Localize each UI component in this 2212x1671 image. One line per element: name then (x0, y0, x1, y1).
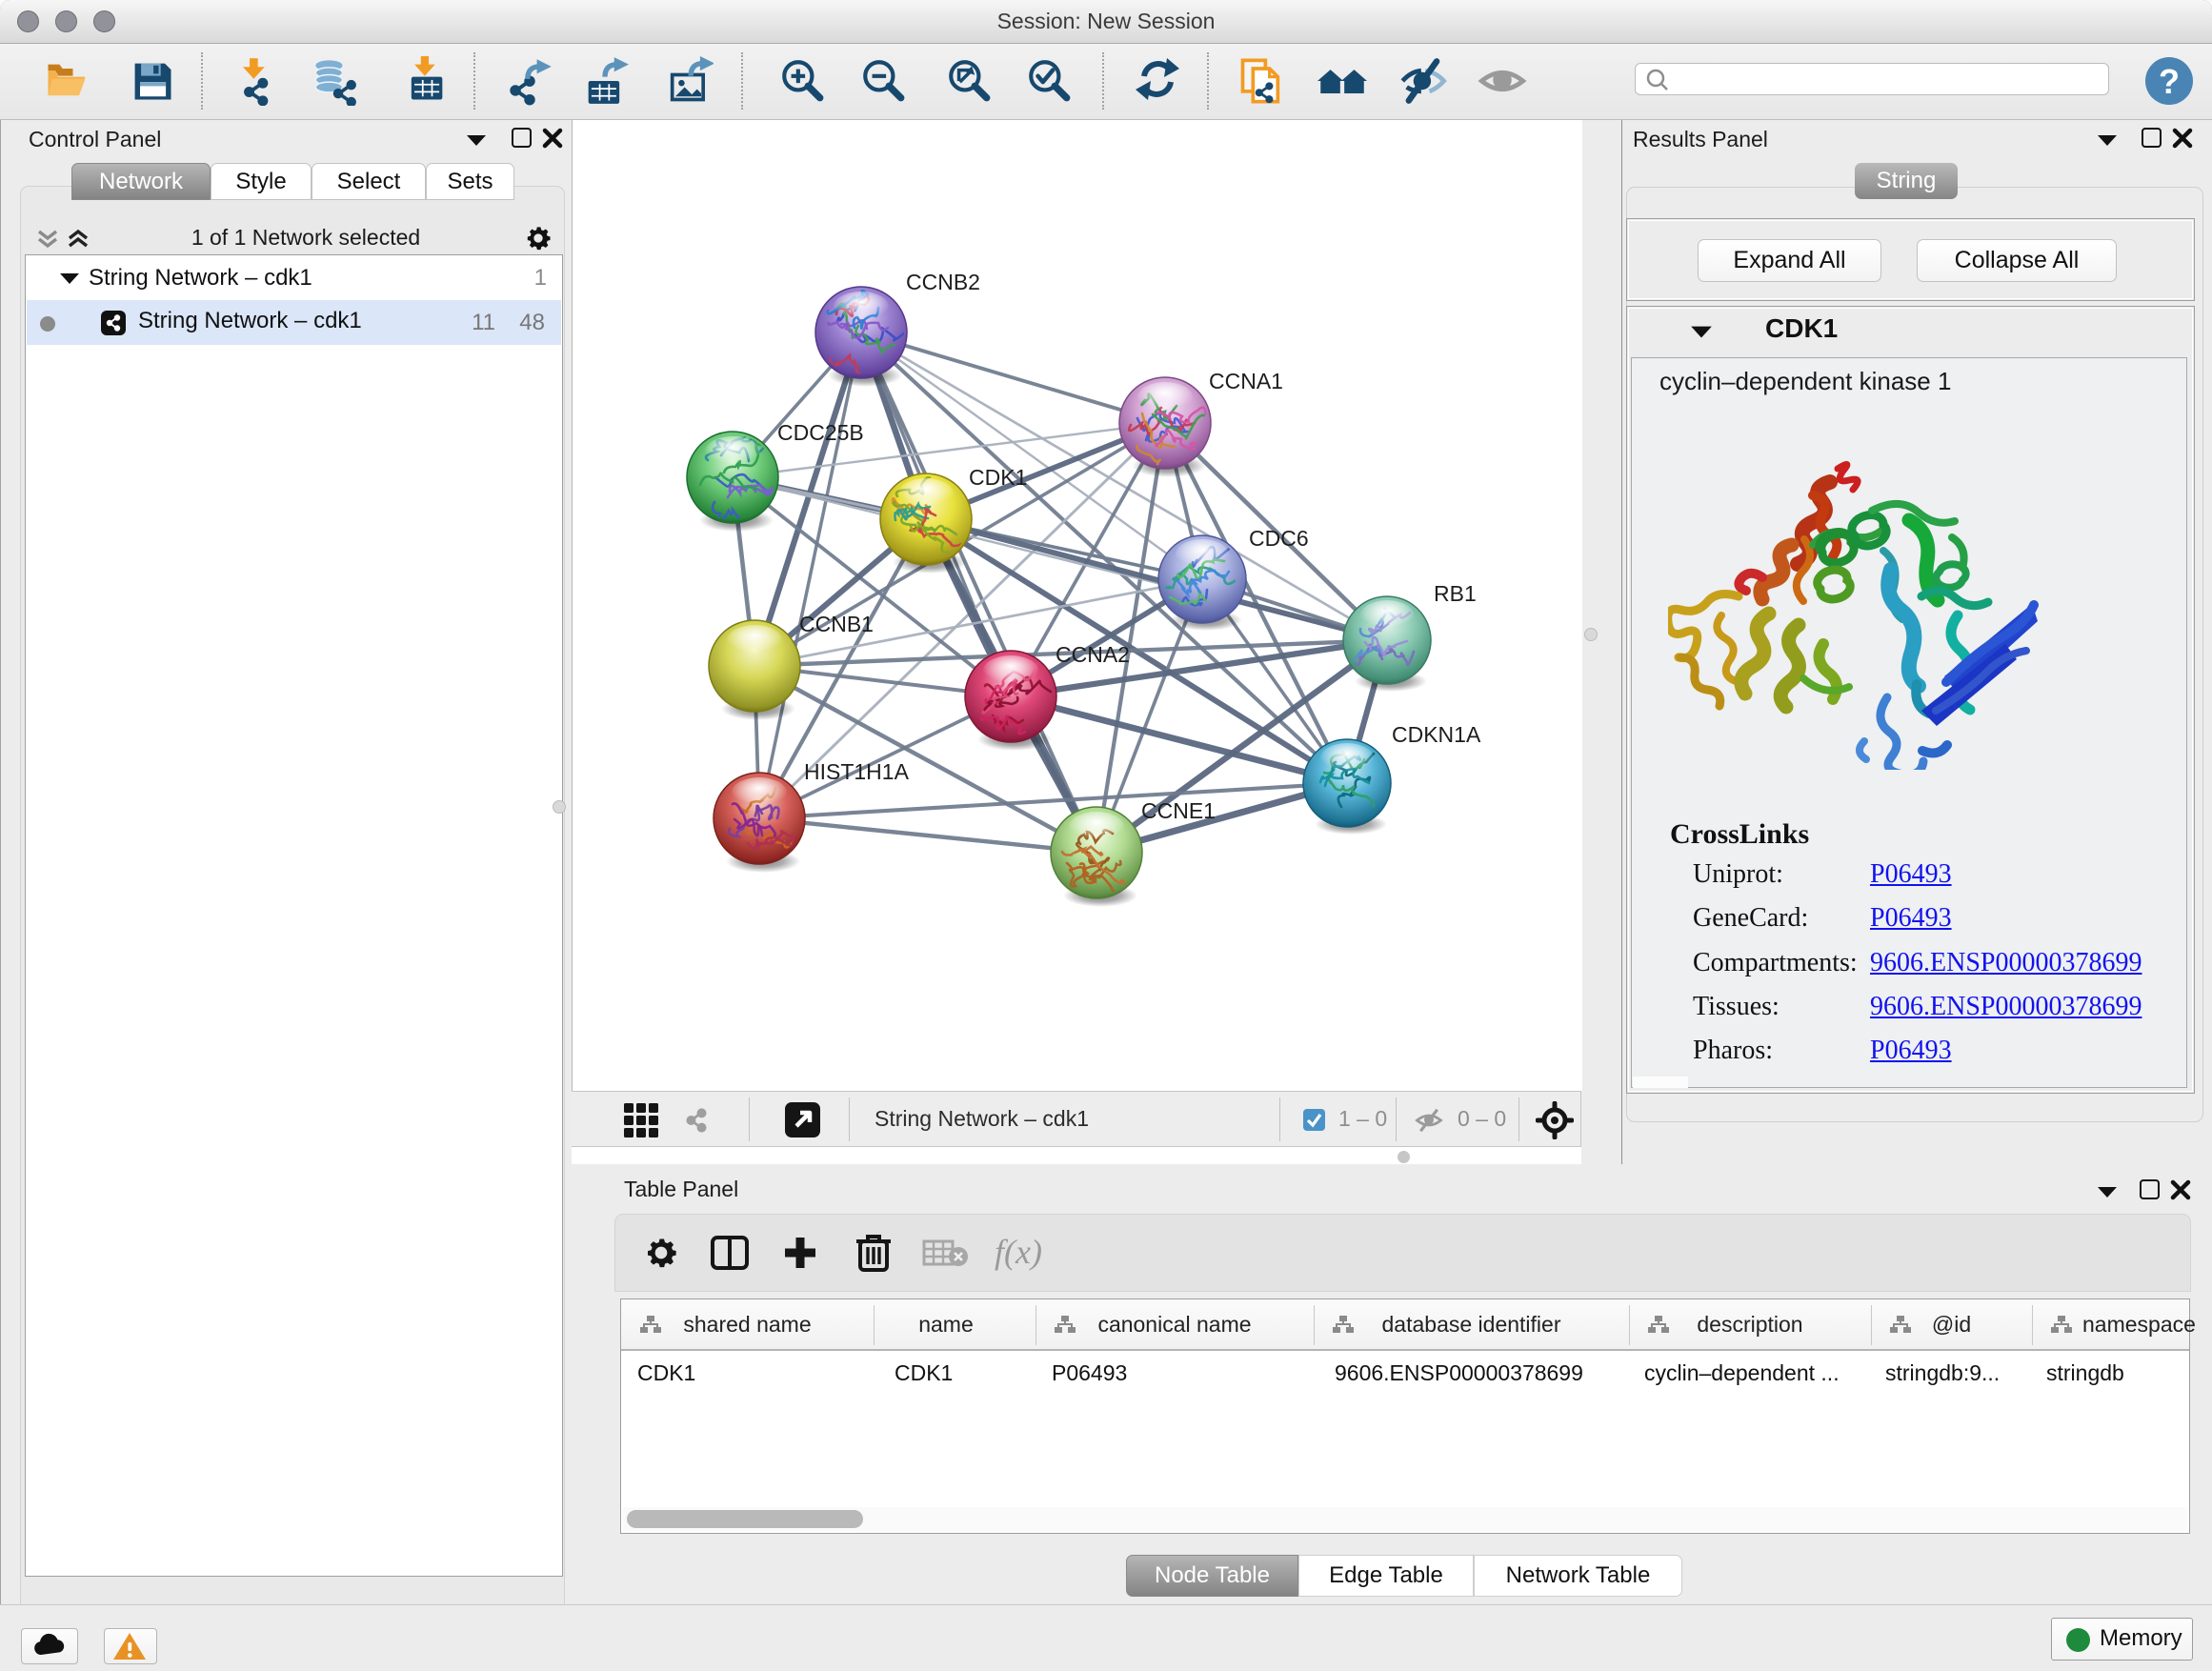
svg-text:CCNE1: CCNE1 (1141, 798, 1216, 823)
svg-text:CCNA1: CCNA1 (1209, 369, 1283, 393)
svg-text:CCNB2: CCNB2 (906, 270, 980, 294)
svg-text:CDK1: CDK1 (969, 465, 1027, 490)
svg-text:CDC6: CDC6 (1249, 526, 1309, 551)
svg-text:CDKN1A: CDKN1A (1392, 722, 1481, 747)
svg-text:?: ? (2159, 62, 2180, 101)
svg-text:CDC25B: CDC25B (777, 420, 864, 445)
svg-text:CCNA2: CCNA2 (1056, 642, 1130, 667)
svg-text:RB1: RB1 (1434, 581, 1477, 606)
svg-text:HIST1H1A: HIST1H1A (804, 759, 910, 784)
svg-text:CCNB1: CCNB1 (799, 612, 874, 636)
